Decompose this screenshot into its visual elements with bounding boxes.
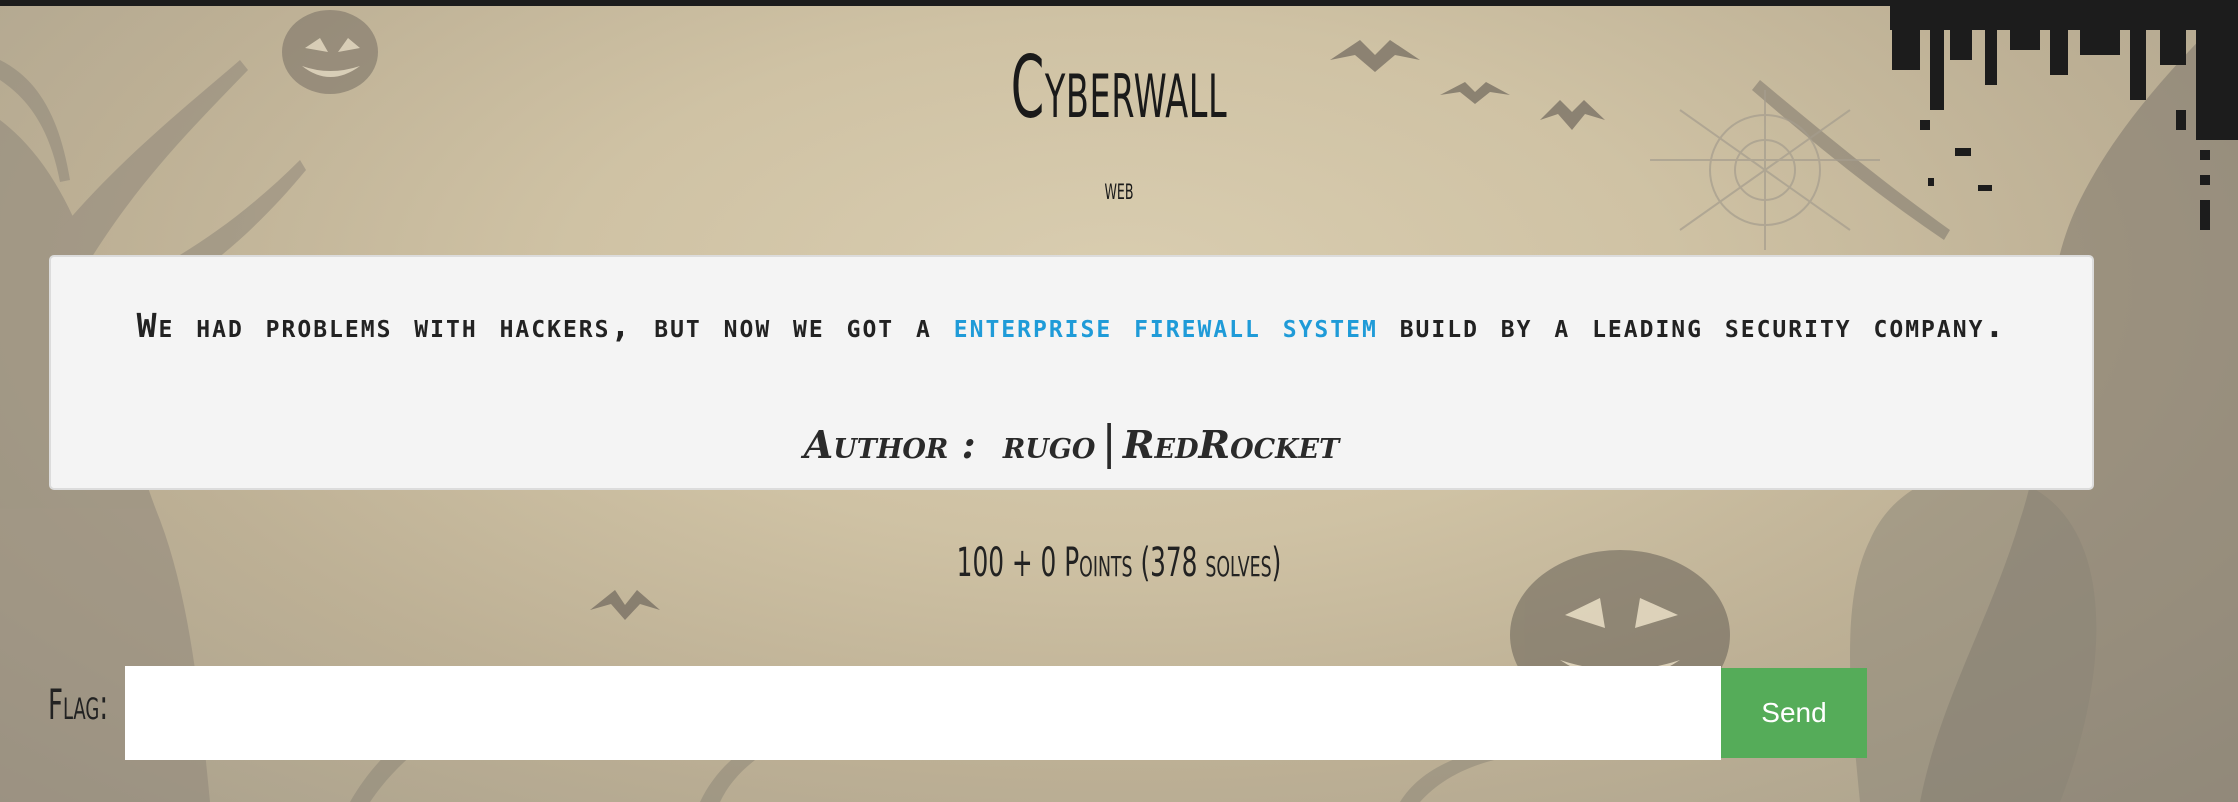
author-team: RedRocket <box>1122 422 1340 467</box>
flag-label: Flag: <box>48 680 109 729</box>
top-border <box>0 0 2238 6</box>
author-separator: | <box>1101 415 1117 469</box>
challenge-title: Cyberwall <box>1010 38 1228 138</box>
description-box: We had problems with hackers, but now we… <box>49 255 2094 490</box>
points-info: 100 + 0 Points (378 solves) <box>956 540 1282 586</box>
flag-input[interactable] <box>125 666 1721 760</box>
send-button[interactable]: Send <box>1721 668 1867 758</box>
author-line: Author : rugo | RedRocket <box>51 415 2092 469</box>
description-text-before: We had problems with hackers, but now we… <box>136 306 954 345</box>
challenge-category: web <box>1104 172 1134 207</box>
firewall-link[interactable]: enterprise firewall system <box>954 306 1378 345</box>
description-text-after: build by a leading security company. <box>1377 306 2007 345</box>
author-name: rugo <box>1002 422 1096 467</box>
author-label: Author : <box>803 422 976 467</box>
challenge-description: We had problems with hackers, but now we… <box>111 297 2032 355</box>
